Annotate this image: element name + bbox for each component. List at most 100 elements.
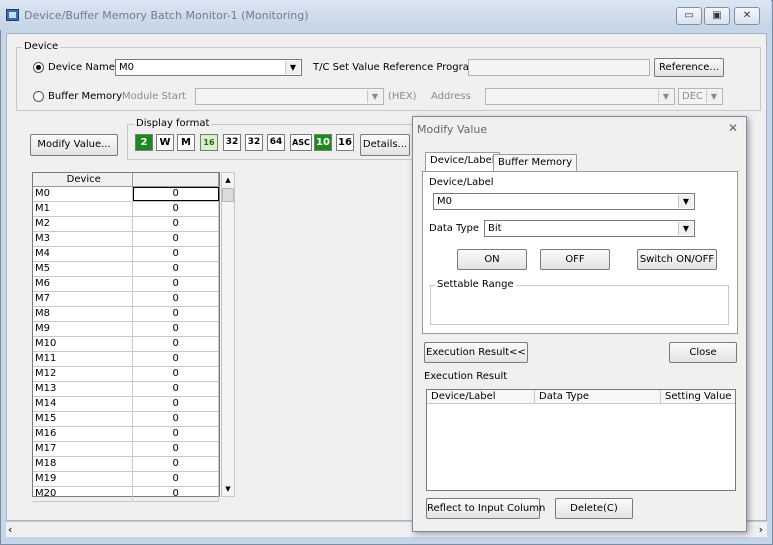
- value-cell[interactable]: 0: [133, 292, 219, 306]
- result-column-device-label[interactable]: Device/Label: [427, 390, 535, 403]
- dec-select[interactable]: DEC ▼: [678, 88, 723, 105]
- value-cell[interactable]: 0: [133, 367, 219, 381]
- execution-result-list[interactable]: Device/Label Data Type Setting Value: [426, 389, 736, 491]
- close-button[interactable]: ✕: [734, 7, 760, 25]
- value-cell[interactable]: 0: [133, 337, 219, 351]
- module-start-combo[interactable]: ▼: [195, 88, 384, 105]
- value-cell[interactable]: 0: [133, 412, 219, 426]
- table-row[interactable]: M6 0: [33, 277, 219, 292]
- table-row[interactable]: M7 0: [33, 292, 219, 307]
- value-cell[interactable]: 0: [133, 487, 219, 501]
- dialog-close-button[interactable]: Close: [669, 342, 737, 363]
- table-row[interactable]: M20 0: [33, 487, 219, 502]
- value-cell[interactable]: 0: [133, 397, 219, 411]
- reference-button[interactable]: Reference...: [654, 58, 724, 77]
- minimize-button[interactable]: ▭: [676, 7, 702, 25]
- scroll-thumb[interactable]: [222, 188, 234, 202]
- format-word-icon[interactable]: W: [156, 134, 174, 151]
- table-row[interactable]: M9 0: [33, 322, 219, 337]
- scroll-left-icon[interactable]: ‹: [8, 523, 12, 536]
- tab-device-label[interactable]: Device/Label: [425, 152, 500, 172]
- chevron-down-icon[interactable]: ▼: [285, 61, 300, 74]
- chevron-down-icon[interactable]: ▼: [706, 90, 721, 103]
- device-label-combo[interactable]: M0 ▼: [433, 193, 695, 210]
- device-table[interactable]: Device M0 0 M1 0 M2 0 M3 0 M4 0 M5 0 M6 0 M7 0 M8 0 M9 0 M10…: [32, 172, 220, 502]
- format-16bit-icon[interactable]: 16: [200, 134, 218, 151]
- maximize-button[interactable]: ▣: [704, 7, 730, 25]
- format-64real-icon[interactable]: 64: [267, 134, 285, 151]
- format-32bit-icon[interactable]: 32: [223, 134, 241, 151]
- table-row[interactable]: M2 0: [33, 217, 219, 232]
- chevron-down-icon[interactable]: ▼: [678, 222, 693, 235]
- column-header-device[interactable]: Device: [33, 173, 134, 186]
- table-row[interactable]: M1 0: [33, 202, 219, 217]
- value-cell[interactable]: 0: [133, 217, 219, 231]
- value-cell[interactable]: 0: [133, 442, 219, 456]
- format-decimal-icon[interactable]: 10: [314, 134, 332, 151]
- value-cell[interactable]: 0: [133, 472, 219, 486]
- table-row[interactable]: M18 0: [33, 457, 219, 472]
- chevron-down-icon[interactable]: ▼: [367, 90, 382, 103]
- table-vertical-scrollbar[interactable]: ▲ ▼: [221, 172, 235, 497]
- result-column-setting-value[interactable]: Setting Value: [661, 390, 735, 403]
- device-cell: M18: [33, 457, 134, 471]
- tc-program-field[interactable]: [468, 59, 650, 76]
- tab-buffer-memory[interactable]: Buffer Memory: [493, 154, 578, 172]
- value-cell[interactable]: 0: [133, 247, 219, 261]
- value-cell[interactable]: 0: [133, 262, 219, 276]
- chevron-down-icon[interactable]: ▼: [678, 195, 693, 208]
- buffer-memory-radio[interactable]: [33, 91, 44, 102]
- address-combo[interactable]: ▼: [485, 88, 675, 105]
- table-row[interactable]: M17 0: [33, 442, 219, 457]
- dialog-close-icon[interactable]: ✕: [728, 121, 738, 135]
- value-cell[interactable]: 0: [133, 322, 219, 336]
- table-row[interactable]: M10 0: [33, 337, 219, 352]
- table-row[interactable]: M4 0: [33, 247, 219, 262]
- device-cell: M20: [33, 487, 134, 501]
- value-cell[interactable]: 0: [133, 202, 219, 216]
- format-32real-icon[interactable]: 32: [245, 134, 263, 151]
- device-name-radio[interactable]: [33, 62, 44, 73]
- modify-value-button[interactable]: Modify Value...: [30, 134, 118, 156]
- value-cell[interactable]: 0: [133, 307, 219, 321]
- on-button[interactable]: ON: [457, 249, 527, 270]
- format-bit-icon[interactable]: 2: [135, 134, 153, 151]
- scroll-right-icon[interactable]: ›: [759, 523, 763, 536]
- format-ascii-icon[interactable]: ASC: [290, 134, 312, 151]
- scroll-up-icon[interactable]: ▲: [222, 173, 234, 187]
- chevron-down-icon[interactable]: ▼: [658, 90, 673, 103]
- table-body: M0 0 M1 0 M2 0 M3 0 M4 0 M5 0 M6 0 M7 0 M8 0 M9 0 M10 0 M11 0 M1…: [33, 187, 219, 502]
- value-cell[interactable]: 0: [133, 232, 219, 246]
- value-cell[interactable]: 0: [133, 427, 219, 441]
- switch-on-off-button[interactable]: Switch ON/OFF: [637, 249, 717, 270]
- result-column-data-type[interactable]: Data Type: [535, 390, 661, 403]
- table-row[interactable]: M12 0: [33, 367, 219, 382]
- data-type-combo[interactable]: Bit ▼: [484, 220, 695, 237]
- table-row[interactable]: M8 0: [33, 307, 219, 322]
- format-hex-icon[interactable]: 16: [336, 134, 354, 151]
- details-button[interactable]: Details...: [360, 134, 410, 156]
- table-row[interactable]: M3 0: [33, 232, 219, 247]
- scroll-down-icon[interactable]: ▼: [222, 482, 234, 496]
- format-multi-icon[interactable]: M: [177, 134, 195, 151]
- value-cell[interactable]: 0: [133, 352, 219, 366]
- value-cell[interactable]: 0: [133, 382, 219, 396]
- off-button[interactable]: OFF: [540, 249, 610, 270]
- table-row[interactable]: M5 0: [33, 262, 219, 277]
- execution-result-toggle-button[interactable]: Execution Result<<: [424, 342, 528, 363]
- value-cell[interactable]: 0: [133, 187, 219, 201]
- value-cell[interactable]: 0: [133, 457, 219, 471]
- device-name-combo[interactable]: M0 ▼: [115, 59, 302, 76]
- column-header-value[interactable]: [133, 173, 219, 186]
- table-row[interactable]: M0 0: [33, 187, 219, 202]
- table-row[interactable]: M13 0: [33, 382, 219, 397]
- reflect-to-input-button[interactable]: Reflect to Input Column: [426, 498, 545, 519]
- table-row[interactable]: M16 0: [33, 427, 219, 442]
- table-row[interactable]: M19 0: [33, 472, 219, 487]
- table-row[interactable]: M15 0: [33, 412, 219, 427]
- table-header: Device: [33, 173, 219, 187]
- table-row[interactable]: M14 0: [33, 397, 219, 412]
- value-cell[interactable]: 0: [133, 277, 219, 291]
- table-row[interactable]: M11 0: [33, 352, 219, 367]
- delete-button[interactable]: Delete(C): [555, 498, 633, 519]
